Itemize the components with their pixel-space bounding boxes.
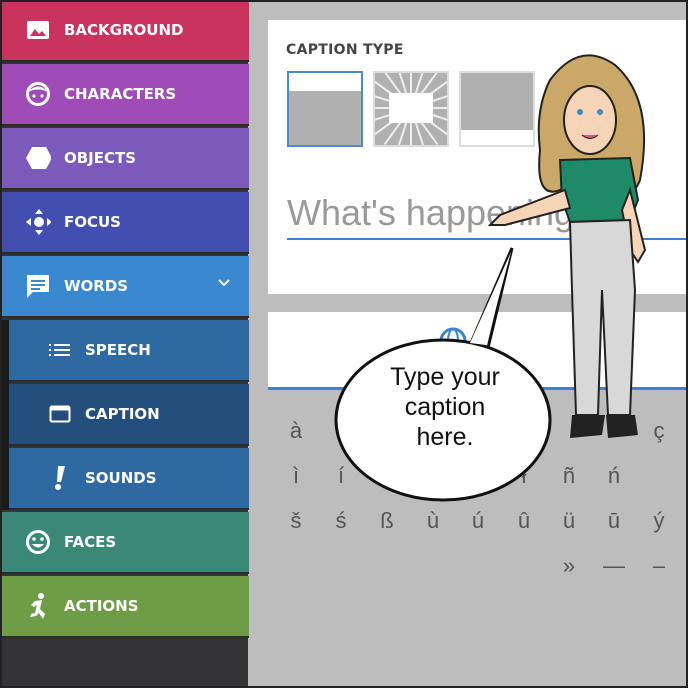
speech-bubble [334,247,552,502]
bubble-text: Type your caption here. [390,363,500,451]
